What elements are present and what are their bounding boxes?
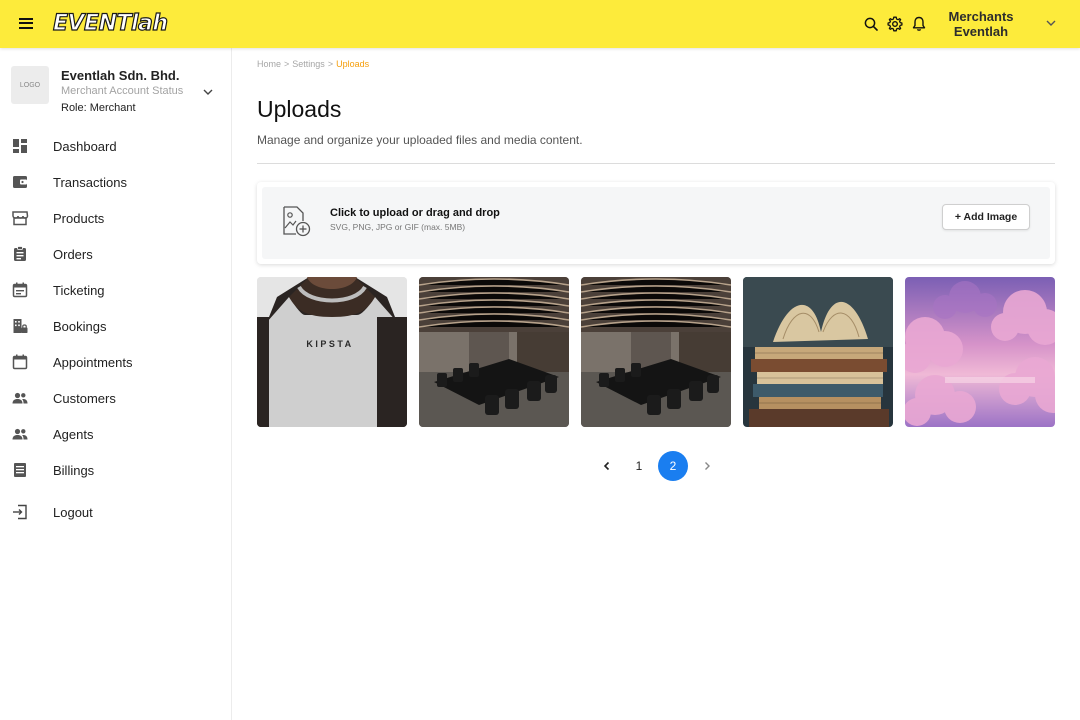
store-icon — [12, 211, 29, 226]
sidebar-item-ticketing[interactable]: Ticketing — [0, 272, 231, 308]
sidebar-item-orders[interactable]: Orders — [0, 236, 231, 272]
merchant-status: Merchant Account Status — [61, 85, 184, 97]
sidebar-item-products[interactable]: Products — [0, 200, 231, 236]
boardroom-image-1[interactable] — [419, 277, 569, 427]
gear-icon[interactable] — [886, 14, 904, 34]
sidebar-item-label: Billings — [53, 463, 95, 478]
people-icon — [12, 392, 28, 404]
image-upload-icon — [283, 206, 311, 237]
sidebar-item-logout[interactable]: Logout — [0, 494, 231, 530]
merchant-logo: LOGO — [11, 66, 49, 104]
user-name: Merchants Eventlah — [948, 9, 1014, 39]
chevron-down-icon — [1046, 20, 1056, 26]
sidebar-item-label: Bookings — [53, 319, 107, 334]
sidebar-item-customers[interactable]: Customers — [0, 380, 231, 416]
calendar-icon — [12, 282, 28, 298]
clouds-image[interactable] — [905, 277, 1055, 427]
boardroom-image-2[interactable] — [581, 277, 731, 427]
sidebar-item-transactions[interactable]: Transactions — [0, 164, 231, 200]
logout-icon — [13, 504, 27, 520]
brand-logo-text: EVENTlah — [52, 10, 168, 36]
breadcrumb: Home > Settings > Uploads — [257, 59, 369, 69]
bell-icon[interactable] — [910, 14, 928, 34]
breadcrumb-separator: > — [284, 59, 290, 69]
sidebar-item-label: Agents — [53, 427, 94, 442]
divider — [257, 163, 1055, 164]
upload-dropzone[interactable]: Click to upload or drag and drop SVG, PN… — [262, 187, 1050, 259]
next-page-button[interactable] — [692, 451, 722, 481]
add-image-button[interactable]: + Add Image — [942, 204, 1030, 230]
calendar-blank-icon — [12, 354, 28, 370]
sidebar-nav: Dashboard Transactions Products Orders T… — [0, 128, 231, 530]
sidebar-item-label: Orders — [53, 247, 93, 262]
sidebar-item-label: Dashboard — [53, 139, 117, 154]
chevron-right-icon — [705, 462, 710, 470]
dashboard-icon — [13, 139, 27, 153]
merchant-role: Role: Merchant — [61, 102, 136, 114]
merchant-name: Eventlah Sdn. Bhd. — [61, 68, 180, 83]
prev-page-button[interactable] — [592, 451, 622, 481]
people-icon — [12, 428, 28, 440]
jersey-image[interactable]: KIPSTA — [257, 277, 407, 427]
breadcrumb-separator: > — [327, 59, 334, 69]
upload-card: Click to upload or drag and drop SVG, PN… — [257, 182, 1055, 264]
search-icon[interactable] — [862, 14, 880, 34]
user-menu[interactable]: Merchants Eventlah — [940, 8, 1068, 40]
upload-title: Click to upload or drag and drop — [330, 207, 500, 219]
page-button-2[interactable]: 2 — [658, 451, 688, 481]
sidebar-item-dashboard[interactable]: Dashboard — [0, 128, 231, 164]
sidebar-item-label: Appointments — [53, 355, 133, 370]
receipt-icon — [14, 463, 26, 477]
breadcrumb-settings[interactable]: Settings — [292, 59, 325, 69]
sidebar-item-label: Ticketing — [53, 283, 105, 298]
sidebar-item-billings[interactable]: Billings — [0, 452, 231, 488]
books-image[interactable] — [743, 277, 893, 427]
sidebar-item-label: Customers — [53, 391, 116, 406]
clipboard-icon — [14, 246, 26, 261]
breadcrumb-uploads: Uploads — [336, 59, 370, 69]
brand-logo[interactable]: EVENTlah — [52, 10, 168, 38]
chevron-down-icon — [203, 89, 213, 95]
jersey-image-text: KIPSTA — [306, 339, 353, 349]
breadcrumb-home[interactable]: Home — [257, 59, 281, 69]
top-bar: EVENTlah Merchants Eventlah — [0, 0, 1080, 48]
merchant-switcher[interactable]: LOGO Eventlah Sdn. Bhd. Merchant Account… — [11, 65, 221, 117]
sidebar-item-agents[interactable]: Agents — [0, 416, 231, 452]
upload-hint: SVG, PNG, JPG or GIF (max. 5MB) — [330, 222, 466, 232]
wallet-icon — [13, 176, 27, 188]
image-gallery: KIPSTA — [257, 277, 1055, 427]
chevron-left-icon — [603, 461, 610, 471]
sidebar-item-label: Products — [53, 211, 105, 226]
page-title: Uploads — [257, 96, 342, 122]
sidebar-item-bookings[interactable]: Bookings — [0, 308, 231, 344]
building-lock-icon — [13, 319, 28, 333]
menu-icon[interactable] — [17, 15, 35, 33]
sidebar-item-label: Logout — [53, 505, 93, 520]
page-button-1[interactable]: 1 — [624, 451, 654, 481]
sidebar-item-label: Transactions — [53, 175, 127, 190]
sidebar: LOGO Eventlah Sdn. Bhd. Merchant Account… — [0, 48, 232, 720]
page-description: Manage and organize your uploaded files … — [257, 133, 583, 147]
sidebar-item-appointments[interactable]: Appointments — [0, 344, 231, 380]
